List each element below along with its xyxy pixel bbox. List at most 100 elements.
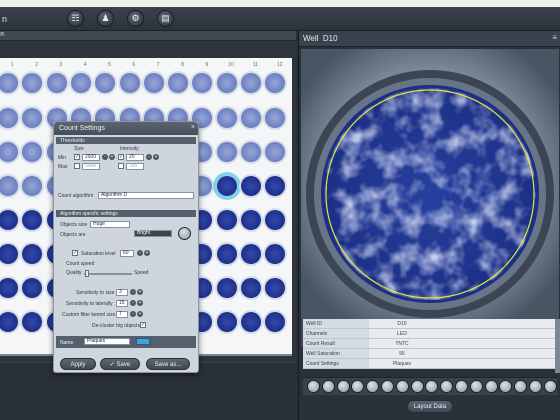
- size-min-input[interactable]: 2500: [82, 154, 100, 161]
- plate-well[interactable]: [0, 210, 18, 230]
- image-tool-icon[interactable]: [410, 380, 424, 393]
- saturation-checkbox[interactable]: ✓: [72, 250, 78, 256]
- plate-column-header[interactable]: 6: [122, 62, 146, 70]
- plate-well[interactable]: [0, 312, 18, 332]
- plate-well[interactable]: [216, 312, 237, 332]
- plate-column-header[interactable]: 1: [0, 62, 24, 70]
- size-max-checkbox[interactable]: [74, 163, 80, 169]
- plate-well[interactable]: [70, 73, 91, 93]
- panel-menu-icon[interactable]: ≡: [0, 31, 293, 38]
- size-min-increment[interactable]: +: [109, 154, 115, 160]
- plate-well[interactable]: [265, 312, 286, 332]
- plate-well[interactable]: [265, 108, 286, 128]
- plate-well[interactable]: [22, 210, 43, 230]
- image-tool-icon[interactable]: [514, 380, 528, 393]
- apply-button[interactable]: Apply: [60, 358, 96, 370]
- plate-well[interactable]: [216, 244, 237, 264]
- sensitivity-size-increment[interactable]: +: [137, 289, 143, 295]
- count-speed-knob[interactable]: [85, 270, 89, 277]
- image-tool-icon[interactable]: [395, 380, 409, 393]
- image-tool-icon[interactable]: [543, 380, 557, 393]
- name-select[interactable]: Plaques: [84, 338, 130, 345]
- kernel-size-increment[interactable]: +: [137, 311, 143, 317]
- plate-column-header[interactable]: 11: [243, 62, 267, 70]
- close-icon[interactable]: ×: [191, 124, 195, 131]
- plate-well[interactable]: [95, 73, 116, 93]
- sensitivity-lateral-increment[interactable]: +: [137, 300, 143, 306]
- plate-well[interactable]: [265, 278, 286, 298]
- image-tool-icon[interactable]: [351, 380, 365, 393]
- plate-well[interactable]: [216, 108, 237, 128]
- image-tool-icon[interactable]: [381, 380, 394, 393]
- plate-well[interactable]: [265, 142, 286, 162]
- sensitivity-size-input[interactable]: 3: [116, 289, 128, 296]
- sensitivity-lateral-decrement[interactable]: -: [130, 300, 136, 306]
- count-speed-slider[interactable]: [84, 273, 132, 275]
- plate-well[interactable]: [119, 73, 140, 93]
- plate-column-header[interactable]: 10: [219, 62, 243, 70]
- plate-well[interactable]: [192, 73, 213, 93]
- saturation-level-input[interactable]: 60: [120, 250, 134, 257]
- plate-column-header[interactable]: 4: [73, 62, 97, 70]
- plate-well[interactable]: [22, 244, 43, 264]
- image-tool-icon[interactable]: [484, 380, 498, 393]
- plate-well[interactable]: [241, 176, 261, 196]
- image-tool-icon[interactable]: [336, 380, 350, 393]
- saturation-increment[interactable]: +: [144, 250, 150, 256]
- objects-size-select[interactable]: Huge: [90, 221, 130, 228]
- layout-data-button[interactable]: Layout Data: [407, 400, 453, 413]
- plate-well[interactable]: [265, 244, 286, 264]
- plate-well[interactable]: [46, 73, 67, 93]
- plate-well[interactable]: [0, 73, 18, 93]
- plate-well[interactable]: [216, 176, 237, 196]
- plate-column-header[interactable]: 2: [24, 62, 48, 70]
- saturation-decrement[interactable]: -: [137, 250, 143, 256]
- panel-menu-icon[interactable]: ≡: [552, 33, 557, 42]
- plate-well[interactable]: [241, 312, 261, 332]
- plate-column-header[interactable]: 3: [49, 62, 73, 70]
- info-scrollbar[interactable]: [555, 319, 560, 373]
- image-tool-icon[interactable]: [440, 380, 454, 393]
- image-tool-icon[interactable]: [455, 380, 468, 393]
- sensitivity-size-decrement[interactable]: -: [130, 289, 136, 295]
- intensity-max-checkbox[interactable]: [118, 163, 124, 169]
- plate-column-header[interactable]: 12: [268, 62, 292, 70]
- plate-well[interactable]: [241, 244, 261, 264]
- plate-well[interactable]: [22, 73, 43, 93]
- color-swatch[interactable]: [136, 338, 150, 345]
- plate-column-header[interactable]: 9: [195, 62, 219, 70]
- intensity-max-input[interactable]: 255: [126, 163, 144, 170]
- image-tool-icon[interactable]: [321, 380, 335, 393]
- image-tool-icon[interactable]: [529, 380, 542, 393]
- kernel-size-input[interactable]: 7: [116, 311, 128, 318]
- intensity-min-input[interactable]: 20: [126, 154, 144, 161]
- plate-well[interactable]: [241, 278, 261, 298]
- plate-well[interactable]: [0, 278, 18, 298]
- size-max-input[interactable]: 5000: [82, 163, 100, 170]
- image-tool-icon[interactable]: [469, 380, 483, 393]
- dialog-title-bar[interactable]: Count Settings ×: [54, 122, 198, 135]
- plate-well[interactable]: [22, 312, 43, 332]
- plate-well[interactable]: [143, 73, 164, 93]
- plate-well[interactable]: [265, 210, 286, 230]
- toggle-knob-icon[interactable]: [178, 227, 191, 240]
- plate-well[interactable]: [0, 176, 18, 196]
- image-tool-icon[interactable]: [366, 380, 380, 393]
- plate-well[interactable]: [0, 244, 18, 264]
- plate-well[interactable]: [168, 73, 189, 93]
- plate-well[interactable]: [0, 142, 18, 162]
- book-icon[interactable]: ▤: [157, 10, 174, 27]
- plate-column-header[interactable]: 8: [170, 62, 194, 70]
- plate-well[interactable]: [216, 210, 237, 230]
- save-as-button[interactable]: Save as...: [146, 358, 190, 370]
- plate-well[interactable]: [216, 73, 237, 93]
- plate-well[interactable]: [265, 73, 286, 93]
- plate-well[interactable]: [241, 108, 261, 128]
- plate-well[interactable]: [22, 108, 43, 128]
- plate-column-header[interactable]: 5: [97, 62, 121, 70]
- plate-well[interactable]: [241, 210, 261, 230]
- sensitivity-lateral-input[interactable]: 15: [116, 300, 128, 307]
- intensity-min-checkbox[interactable]: ✓: [118, 154, 124, 160]
- gear-icon[interactable]: ⚙: [127, 10, 144, 27]
- plate-well[interactable]: [22, 142, 43, 162]
